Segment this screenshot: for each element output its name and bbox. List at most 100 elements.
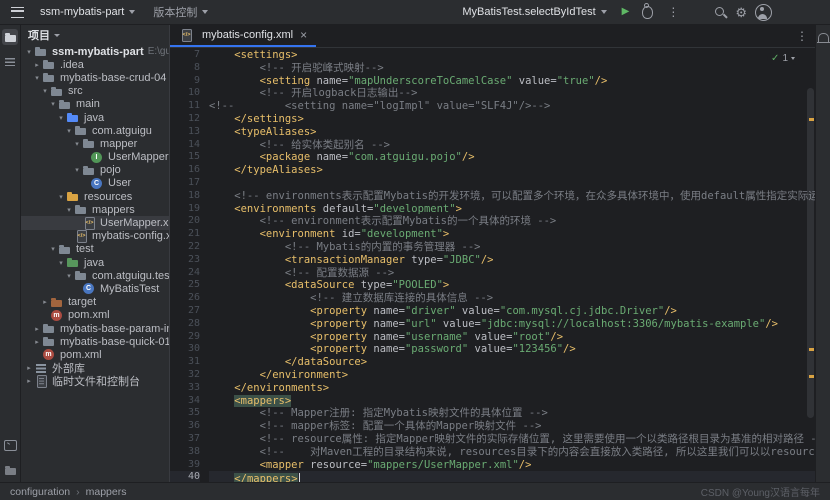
code-lines[interactable]: <settings> <!-- 开启驼峰式映射--> <setting name… [209,49,815,482]
tree-item-ssm-mybatis-part[interactable]: ▾ssm-mybatis-partE:\guigu_code\ssm-mybat… [21,45,169,58]
close-tab-icon[interactable]: × [300,29,307,41]
code-line-16[interactable]: </typeAliases> [209,164,815,177]
code-line-31[interactable]: </dataSource> [209,356,815,369]
editor-scrollbar-thumb[interactable] [807,88,814,418]
code-line-20[interactable]: <!-- environment表示配置Mybatis的一个具体的环境 --> [209,215,815,228]
chevron-collapsed-icon[interactable]: ▸ [40,298,50,306]
project-widget[interactable]: ssm-mybatis-part [35,4,140,20]
chevron-collapsed-icon[interactable]: ▸ [32,325,42,333]
tree-item-.idea[interactable]: ▸.idea [21,58,169,71]
chevron-expanded-icon[interactable]: ▾ [56,259,66,267]
tree-item-java[interactable]: ▾java [21,256,169,269]
debug-button[interactable] [642,6,653,19]
code-line-33[interactable]: </environments> [209,382,815,395]
tree-item-User[interactable]: User [21,177,169,190]
tree-item-mybatis-config.xml[interactable]: mybatis-config.xml [21,230,169,243]
chevron-expanded-icon[interactable]: ▾ [72,140,82,148]
editor-tab-mybatis-config-xml[interactable]: mybatis-config.xml × [170,25,316,47]
tree-item-test[interactable]: ▾test [21,243,169,256]
vcs-widget[interactable]: 版本控制 [148,2,213,22]
tree-item-UserMapper[interactable]: UserMapper [21,151,169,164]
tree-item-UserMapper.xml[interactable]: UserMapper.xml [21,216,169,229]
inspections-widget[interactable]: ✓ 1 [767,52,799,65]
tree-item--[interactable]: ▸临时文件和控制台 [21,375,169,388]
code-line-26[interactable]: <!-- 建立数据库连接的具体信息 --> [209,292,815,305]
run-button[interactable]: ▶ [620,7,632,17]
code-line-18[interactable]: <!-- environments表示配置Mybatis的开发环境，可以配置多个… [209,190,815,203]
chevron-expanded-icon[interactable]: ▾ [48,100,58,108]
tree-item-mybatis-base-quick-01[interactable]: ▸mybatis-base-quick-01 [21,335,169,348]
tree-item-pom.xml[interactable]: pom.xml [21,309,169,322]
chevron-expanded-icon[interactable]: ▾ [72,166,82,174]
settings-gear-icon[interactable]: ⚙ [735,6,747,19]
code-line-21[interactable]: <environment id="development"> [209,228,815,241]
tree-item-resources[interactable]: ▾resources [21,190,169,203]
tree-item-MyBatisTest[interactable]: MyBatisTest [21,282,169,295]
code-line-32[interactable]: </environment> [209,369,815,382]
code-line-35[interactable]: <!-- Mapper注册: 指定Mybatis映射文件的具体位置 --> [209,407,815,420]
code-line-13[interactable]: <typeAliases> [209,126,815,139]
code-line-38[interactable]: <!-- 对Maven工程的目录结构来说, resources目录下的内容会直接… [209,446,815,459]
tree-item-pom.xml[interactable]: pom.xml [21,348,169,361]
code-line-23[interactable]: <transactionManager type="JDBC"/> [209,254,815,267]
project-panel-header[interactable]: 项目 [21,25,169,45]
tree-item-mybatis-base-param-input-02[interactable]: ▸mybatis-base-param-input-02 [21,322,169,335]
tree-item-main[interactable]: ▾main [21,98,169,111]
chevron-expanded-icon[interactable]: ▾ [48,245,58,253]
problems-tool-window-button[interactable] [2,462,18,478]
tree-item-mappers[interactable]: ▾mappers [21,203,169,216]
code-line-14[interactable]: <!-- 给实体类起别名 --> [209,139,815,152]
tree-item-mybatis-base-crud-04[interactable]: ▾mybatis-base-crud-04 [21,71,169,84]
chevron-expanded-icon[interactable]: ▾ [32,74,42,82]
more-actions-icon[interactable]: ⋮ [664,5,682,19]
code-line-24[interactable]: <!-- 配置数据源 --> [209,267,815,280]
project-tool-window-button[interactable] [2,29,18,45]
chevron-expanded-icon[interactable]: ▾ [64,272,74,280]
code-line-19[interactable]: <environments default="development"> [209,203,815,216]
tree-item-pojo[interactable]: ▾pojo [21,164,169,177]
code-line-40[interactable]: </mappers> [209,471,815,482]
chevron-expanded-icon[interactable]: ▾ [24,48,34,56]
code-line-22[interactable]: <!-- Mybatis的内置的事务管理器 --> [209,241,815,254]
chevron-collapsed-icon[interactable]: ▸ [24,377,34,385]
code-line-15[interactable]: <package name="com.atguigu.pojo"/> [209,151,815,164]
chevron-expanded-icon[interactable]: ▾ [56,114,66,122]
breadcrumb-mappers[interactable]: mappers [86,486,127,498]
notifications-bell-icon[interactable] [818,33,829,42]
tree-item-src[interactable]: ▾src [21,85,169,98]
chevron-collapsed-icon[interactable]: ▸ [32,338,42,346]
tree-item-com.atguigu[interactable]: ▾com.atguigu [21,124,169,137]
tree-item-com.atguigu.test[interactable]: ▾com.atguigu.test [21,269,169,282]
chevron-collapsed-icon[interactable]: ▸ [24,364,34,372]
tree-item-target[interactable]: ▸target [21,296,169,309]
code-line-27[interactable]: <property name="driver" value="com.mysql… [209,305,815,318]
chevron-collapsed-icon[interactable]: ▸ [32,61,42,69]
code-line-10[interactable]: <!-- 开启logback日志输出--> [209,87,815,100]
code-line-30[interactable]: <property name="password" value="123456"… [209,343,815,356]
code-line-25[interactable]: <dataSource type="POOLED"> [209,279,815,292]
run-configuration-widget[interactable]: MyBatisTest.selectByIdTest [457,4,611,20]
breadcrumb-configuration[interactable]: configuration [10,486,70,498]
code-line-9[interactable]: <setting name="mapUnderscoreToCamelCase"… [209,75,815,88]
code-line-17[interactable] [209,177,815,190]
code-line-28[interactable]: <property name="url" value="jdbc:mysql:/… [209,318,815,331]
tree-item--[interactable]: ▸外部库 [21,362,169,375]
code-line-12[interactable]: </settings> [209,113,815,126]
code-line-36[interactable]: <!-- mapper标签: 配置一个具体的Mapper映射文件 --> [209,420,815,433]
code-line-39[interactable]: <mapper resource="mappers/UserMapper.xml… [209,459,815,472]
structure-tool-window-button[interactable] [2,54,18,70]
code-line-37[interactable]: <!-- resource属性: 指定Mapper映射文件的实际存储位置, 这里… [209,433,815,446]
code-line-29[interactable]: <property name="username" value="root"/> [209,331,815,344]
code-line-34[interactable]: <mappers> [209,395,815,408]
tab-options-icon[interactable]: ⋮ [789,29,815,43]
profile-avatar[interactable] [755,4,772,21]
search-everywhere-icon[interactable] [714,6,727,19]
code-line-7[interactable]: <settings> [209,49,815,62]
tree-item-mapper[interactable]: ▾mapper [21,137,169,150]
tree-item-java[interactable]: ▾java [21,111,169,124]
chevron-expanded-icon[interactable]: ▾ [64,127,74,135]
code-line-11[interactable]: <!-- <setting name="logImpl" value="SLF4… [209,100,815,113]
chevron-expanded-icon[interactable]: ▾ [40,87,50,95]
code-line-8[interactable]: <!-- 开启驼峰式映射--> [209,62,815,75]
chevron-expanded-icon[interactable]: ▾ [56,193,66,201]
